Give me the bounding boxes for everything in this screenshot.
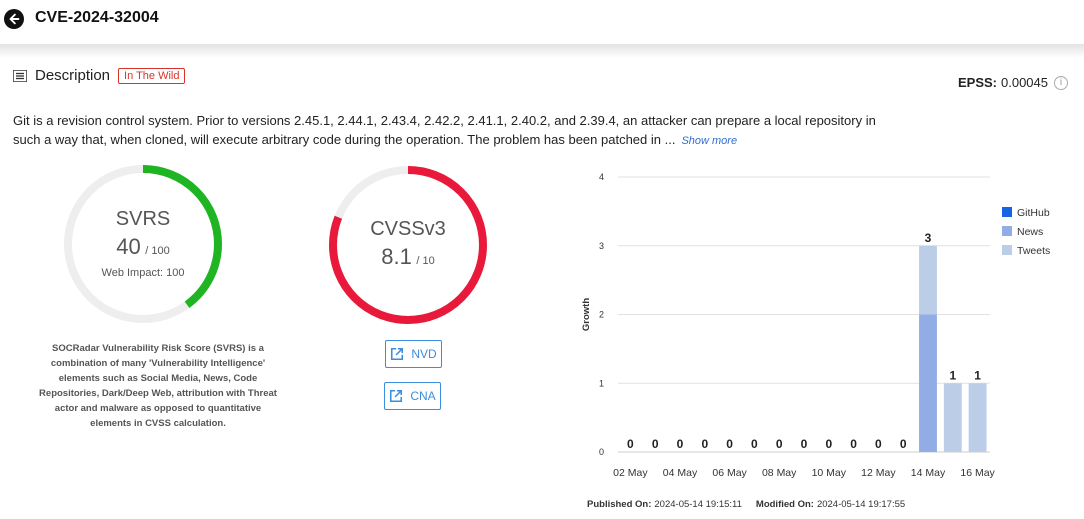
epss-value: 0.00045 [1001,75,1048,90]
external-link-icon [391,347,404,361]
bar-total-label: 0 [801,437,808,451]
cna-label: CNA [410,389,436,403]
in-the-wild-badge: In The Wild [118,67,186,84]
cvss-score-value: 8.1 [381,244,412,269]
y-axis-label: Growth [581,298,592,331]
list-icon [13,69,27,82]
y-tick-label: 3 [599,241,604,251]
description-body: Git is a revision control system. Prior … [13,113,876,147]
svrs-score-max: / 100 [145,245,170,257]
description-text: Git is a revision control system. Prior … [13,111,893,151]
svrs-gauge: SVRS 40 / 100 Web Impact: 100 [63,164,223,324]
epss-label: EPSS: [957,75,997,90]
nvd-button[interactable]: NVD [385,340,442,368]
y-tick-label: 1 [599,378,604,388]
legend-label-github: GitHub [1017,207,1050,219]
growth-chart-svg: 0 1 2 3 4 Growth 0 0 0 0 0 0 0 0 0 0 0 0 3 1 1 02 May 04 May 06… [581,172,1050,479]
x-tick-label: 08 May [762,467,797,479]
dates-footer: Published On: 2024-05-14 19:15:11 Modifi… [587,499,905,510]
svrs-note: SOCRadar Vulnerability Risk Score (SVRS)… [39,343,277,429]
bar-total-label: 0 [726,437,733,451]
svrs-name: SVRS [115,208,171,230]
svrs-score: 40 / 100 [63,234,223,260]
x-tick-label: 06 May [712,467,747,479]
epss-score: EPSS: 0.00045 i [958,75,1068,90]
published-label: Published On: [587,499,652,510]
bar-total-label: 1 [949,368,956,382]
x-tick-label: 04 May [663,467,698,479]
svrs-score-value: 40 [116,234,141,259]
bar-total-label: 0 [701,437,708,451]
bar-total-label: 0 [677,437,684,451]
x-tick-label: 10 May [812,467,847,479]
description-title: Description [35,67,111,84]
y-tick-label: 2 [599,310,604,320]
cvss-name: CVSSv3 [370,218,446,240]
bar-total-label: 0 [900,437,907,451]
bar-total-label: 3 [925,231,932,245]
legend-label-tweets: Tweets [1017,245,1050,257]
show-more-link[interactable]: Show more [681,135,737,147]
y-tick-label: 0 [599,447,604,457]
cvss-score: 8.1 / 10 [328,244,488,270]
bar-total-label: 0 [776,437,783,451]
bar-total-label: 0 [875,437,882,451]
nvd-label: NVD [411,347,437,361]
description-header: Description In The Wild [13,67,186,84]
legend-swatch-tweets [1002,245,1012,255]
bar-segment-news [919,314,937,452]
cna-button[interactable]: CNA [384,382,441,410]
growth-chart: 0 1 2 3 4 Growth 0 0 0 0 0 0 0 0 0 0 0 0 3 1 1 02 May 04 May 06… [570,165,1070,485]
modified-value: 2024-05-14 19:17:55 [816,499,906,510]
page-title: CVE-2024-32004 [35,9,159,26]
x-tick-label: 16 May [960,467,995,479]
bar-segment-tweets [943,383,962,452]
legend-swatch-github [1002,207,1012,217]
bar-total-label: 1 [974,368,981,382]
web-impact: Web Impact: 100 [101,267,185,279]
x-tick-label: 12 May [861,467,896,479]
bar-total-label: 0 [825,437,832,451]
bar-total-label: 0 [652,437,659,451]
modified-label: Modified On: [755,499,814,510]
bar-total-label: 0 [627,437,634,451]
bar-segment-tweets [968,383,987,452]
x-tick-label: 02 May [613,467,648,479]
bar-total-label: 0 [850,437,857,451]
external-link-icon [390,389,403,403]
back-arrow-icon[interactable] [4,9,24,29]
top-bar: CVE-2024-32004 [0,0,1084,44]
published-value: 2024-05-14 19:15:11 [654,499,742,510]
cvss-score-max: / 10 [416,255,435,267]
bar-total-label: 0 [751,437,758,451]
legend-label-news: News [1017,226,1043,238]
x-tick-label: 14 May [911,467,946,479]
header-divider [0,44,1084,58]
bar-segment-tweets [919,245,937,315]
cvss-gauge: CVSSv3 8.1 / 10 [328,165,488,325]
info-icon[interactable]: i [1054,75,1068,90]
legend-swatch-news [1002,226,1012,236]
y-tick-label: 4 [599,172,604,182]
